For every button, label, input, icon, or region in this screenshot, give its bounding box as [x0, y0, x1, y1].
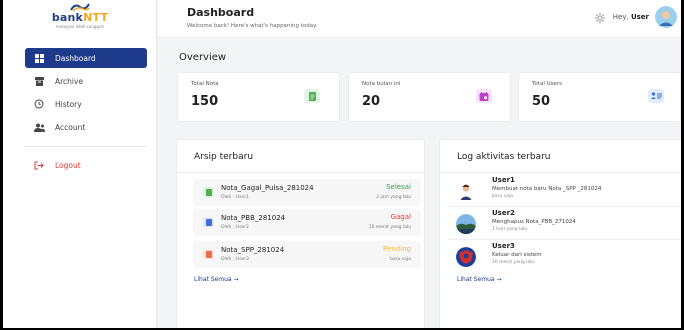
arsip-author: Oleh : User3	[221, 257, 249, 262]
settings-gear-icon[interactable]	[594, 8, 605, 27]
sidebar-item-history[interactable]: History	[25, 94, 147, 114]
app-frame: bankNTT melayani lebih sungguh Dashboard…	[3, 0, 681, 328]
log-user: User3	[492, 242, 515, 250]
see-all-arsip-link[interactable]: Lihat Semua →	[194, 276, 239, 283]
brand-tagline: melayani lebih sungguh	[56, 24, 104, 29]
avatar	[456, 247, 476, 267]
arsip-time: 2 jam yang lalu	[376, 195, 411, 200]
status-badge: Pending	[383, 245, 411, 253]
stat-card-nota-bulan-ini: Nota bulan ini 20	[348, 72, 511, 122]
log-action: Keluar dari sistem	[492, 252, 542, 258]
history-clock-icon	[33, 99, 45, 109]
sidebar-item-archive[interactable]: Archive	[25, 71, 147, 91]
stat-value: 20	[362, 94, 381, 109]
arsip-name: Nota_SPP_281024	[221, 246, 285, 254]
overview-title: Overview	[179, 52, 227, 63]
calendar-icon	[476, 89, 492, 103]
list-item[interactable]: Nota_Gagal_Pulsa_281024 Oleh : User1 Sel…	[193, 179, 421, 206]
divider	[448, 206, 680, 207]
divider	[448, 239, 680, 240]
sidebar-item-label: History	[55, 99, 82, 109]
archive-box-icon	[33, 76, 45, 86]
dashboard-grid-icon	[33, 53, 45, 63]
log-user: User2	[492, 209, 515, 217]
arsip-name: Nota_Gagal_Pulsa_281024	[221, 184, 314, 192]
status-badge: Selesai	[386, 183, 411, 191]
document-icon	[203, 217, 214, 227]
card-divider	[177, 172, 424, 173]
logout-icon	[33, 161, 45, 170]
arsip-time: baru saja	[390, 257, 411, 262]
list-item[interactable]: User3 Keluar dari sistem 10 menit yang l…	[456, 242, 681, 270]
top-header: Dashboard Welcome back! Here's what's ha…	[158, 0, 681, 38]
card-title: Log aktivitas terbaru	[457, 152, 551, 162]
log-time: 1 hari yang lalu	[492, 227, 528, 232]
log-action: Membuat nota baru Nota _SPP _281024	[492, 186, 602, 192]
brand-logo[interactable]: bankNTT melayani lebih sungguh	[35, 2, 125, 36]
avatar	[456, 214, 476, 234]
document-icon	[304, 89, 320, 103]
stat-label: Total Nota	[191, 81, 219, 87]
sidebar: bankNTT melayani lebih sungguh Dashboard…	[3, 0, 157, 328]
card-title: Arsip terbaru	[194, 152, 254, 162]
greeting: Hey, User	[612, 13, 649, 21]
status-badge: Gagal	[390, 213, 411, 221]
arsip-author: Oleh : User1	[221, 195, 249, 200]
page-subtitle: Welcome back! Here's what's happening to…	[187, 23, 318, 29]
log-aktivitas-card: Log aktivitas terbaru User1 Membuat nota…	[439, 139, 681, 328]
sidebar-divider	[25, 146, 147, 147]
card-divider	[440, 172, 681, 173]
logout-label: Logout	[55, 160, 81, 170]
arsip-terbaru-card: Arsip terbaru Nota_Gagal_Pulsa_281024 Ol…	[176, 139, 425, 328]
page-title: Dashboard	[187, 6, 255, 19]
sidebar-item-label: Dashboard	[55, 53, 96, 63]
document-icon	[203, 249, 214, 259]
list-item[interactable]: Nota_PBB_281024 Oleh : User2 Gagal 10 me…	[193, 209, 421, 236]
stat-value: 50	[532, 94, 551, 109]
stat-card-total-nota: Total Nota 150	[177, 72, 340, 122]
document-icon	[203, 187, 214, 197]
stat-card-total-users: Total Users 50	[518, 72, 681, 122]
avatar[interactable]	[655, 6, 677, 28]
stat-label: Total Users	[532, 81, 562, 87]
sidebar-item-dashboard[interactable]: Dashboard	[25, 48, 147, 68]
list-item[interactable]: Nota_SPP_281024 Oleh : User3 Pending bar…	[193, 241, 421, 268]
log-user: User1	[492, 176, 515, 184]
sidebar-item-label: Account	[55, 122, 86, 132]
sidebar-nav: Dashboard Archive History Account	[25, 48, 147, 140]
stat-label: Nota bulan ini	[362, 81, 401, 87]
brand-name: bankNTT	[51, 11, 109, 24]
sidebar-item-account[interactable]: Account	[25, 117, 147, 137]
log-time: baru saja	[492, 194, 513, 199]
list-item[interactable]: User1 Membuat nota baru Nota _SPP _28102…	[456, 176, 681, 204]
see-all-log-link[interactable]: Lihat Semua →	[457, 276, 502, 283]
sidebar-item-label: Archive	[55, 76, 84, 86]
users-list-icon	[648, 89, 664, 103]
arsip-author: Oleh : User2	[221, 225, 249, 230]
user-menu[interactable]: Hey, User	[594, 6, 677, 28]
arsip-name: Nota_PBB_281024	[221, 214, 286, 222]
log-action: Menghapus Nota_PBB_271024	[492, 219, 576, 225]
list-item[interactable]: User2 Menghapus Nota_PBB_271024 1 hari y…	[456, 209, 681, 237]
logout-button[interactable]: Logout	[25, 155, 147, 175]
arsip-time: 10 menit yang lalu	[368, 225, 411, 230]
account-users-icon	[33, 123, 45, 132]
log-time: 10 menit yang lalu	[492, 260, 535, 265]
avatar	[456, 181, 476, 201]
stat-value: 150	[191, 94, 219, 109]
